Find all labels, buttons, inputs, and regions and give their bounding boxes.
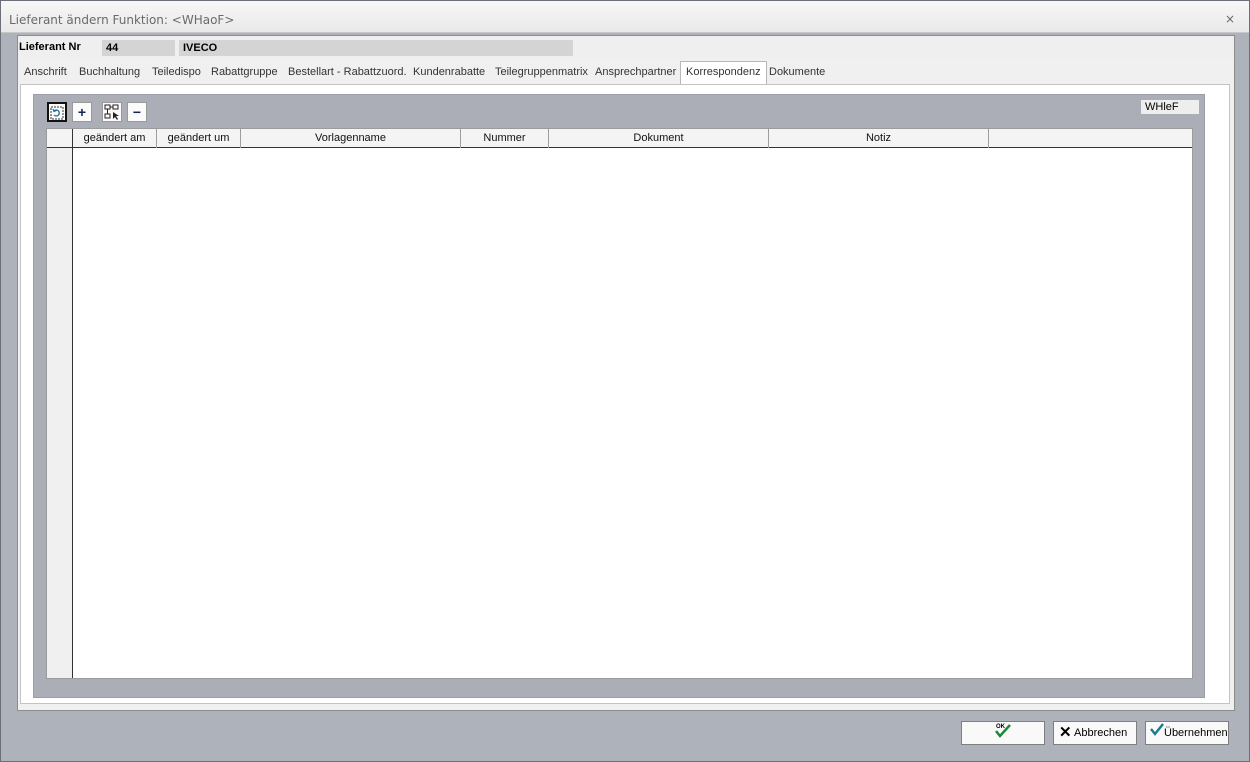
tab-bar: Anschrift Buchhaltung Teiledispo Rabattg… <box>18 60 1234 84</box>
refresh-icon <box>50 106 64 123</box>
apply-label: Übernehmen <box>1164 727 1228 739</box>
supplier-number-field: 44 <box>102 40 175 56</box>
column-notiz[interactable]: Notiz <box>769 129 989 148</box>
tab-bestellart[interactable]: Bestellart - Rabattzuord. <box>288 66 407 78</box>
apply-button[interactable]: Übernehmen <box>1145 721 1229 745</box>
tab-teilegruppenmatrix[interactable]: Teilegruppenmatrix <box>495 66 588 78</box>
column-nummer[interactable]: Nummer <box>461 129 549 148</box>
tab-dokumente[interactable]: Dokumente <box>769 66 825 78</box>
minus-icon: − <box>132 104 142 120</box>
correspondence-table: geändert am geändert um Vorlagenname Num… <box>46 128 1193 679</box>
column-geaendert-am[interactable]: geändert am <box>73 129 157 148</box>
row-indicator-column <box>47 129 73 678</box>
table-header: geändert am geändert um Vorlagenname Num… <box>47 129 1192 148</box>
supplier-name-field: IVECO <box>179 40 573 56</box>
column-geaendert-um[interactable]: geändert um <box>157 129 241 148</box>
main-frame: Lieferant Nr 44 IVECO Anschrift Buchhalt… <box>17 35 1235 711</box>
add-button[interactable]: + <box>72 102 92 122</box>
supplier-number-label: Lieferant Nr <box>19 41 81 53</box>
tab-panel-korrespondenz: + − WHleF geändert am geändert um Vorlag… <box>20 84 1230 704</box>
svg-text:OK: OK <box>996 724 1006 730</box>
ok-button[interactable]: OK <box>961 721 1045 745</box>
tab-buchhaltung[interactable]: Buchhaltung <box>79 66 140 78</box>
x-icon: ✕ <box>1059 724 1072 742</box>
supplier-header: Lieferant Nr 44 IVECO <box>18 36 1234 58</box>
cancel-label: Abbrechen <box>1074 727 1128 739</box>
plus-icon: + <box>77 104 87 120</box>
window-title: Lieferant ändern Funktion: <WHaoF> <box>9 13 235 27</box>
tab-kundenrabatte[interactable]: Kundenrabatte <box>413 66 485 78</box>
tab-teiledispo[interactable]: Teiledispo <box>152 66 201 78</box>
apply-check-icon <box>1150 722 1164 744</box>
remove-button[interactable]: − <box>127 102 147 122</box>
header-corner <box>47 129 73 148</box>
tab-korrespondenz[interactable]: Korrespondenz <box>680 61 767 84</box>
correspondence-area: + − WHleF geändert am geändert um Vorlag… <box>33 94 1205 698</box>
tree-select-icon <box>104 104 120 123</box>
tab-rabattgruppe[interactable]: Rabattgruppe <box>211 66 278 78</box>
column-dokument[interactable]: Dokument <box>549 129 769 148</box>
column-vorlagenname[interactable]: Vorlagenname <box>241 129 461 148</box>
close-icon[interactable]: × <box>1225 12 1235 26</box>
title-bar: Lieferant ändern Funktion: <WHaoF> × <box>1 1 1249 33</box>
dialog-window: Lieferant ändern Funktion: <WHaoF> × Lie… <box>0 0 1250 762</box>
tab-anschrift[interactable]: Anschrift <box>24 66 67 78</box>
cancel-button[interactable]: ✕ Abbrechen <box>1053 721 1137 745</box>
ok-check-icon: OK <box>994 722 1012 746</box>
tree-select-button[interactable] <box>102 102 122 122</box>
function-code: WHleF <box>1141 100 1199 114</box>
tab-ansprechpartner[interactable]: Ansprechpartner <box>595 66 676 78</box>
refresh-button[interactable] <box>47 102 67 122</box>
